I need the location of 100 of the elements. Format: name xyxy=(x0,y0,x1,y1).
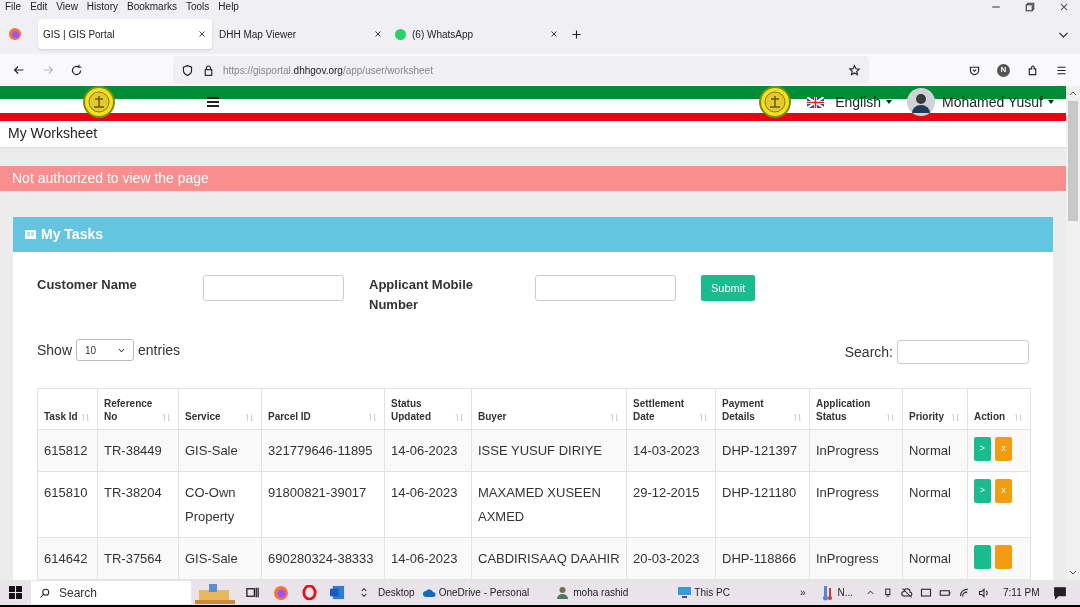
column-header[interactable]: Priority xyxy=(909,410,944,423)
back-icon[interactable] xyxy=(12,63,26,77)
table-cell: 614642 xyxy=(44,551,88,566)
table-cell: 14-06-2023 xyxy=(391,485,458,500)
table-cell: MAXAMED XUSEEN AXMED xyxy=(478,485,601,524)
table-cell: 91800821-39017 xyxy=(268,485,367,500)
restore-icon[interactable] xyxy=(1024,1,1036,13)
column-header[interactable]: Buyer xyxy=(478,410,507,423)
bookmark-star-icon[interactable] xyxy=(848,63,861,77)
chevron-updown-icon[interactable] xyxy=(358,585,370,600)
profile-avatar[interactable]: N xyxy=(997,63,1010,77)
close-icon[interactable] xyxy=(197,29,207,39)
shield-icon xyxy=(181,63,194,77)
column-header[interactable]: Service xyxy=(185,410,221,423)
table-cell: 29-12-2015 xyxy=(633,485,700,500)
caret-icon xyxy=(1048,100,1054,104)
caret-icon xyxy=(886,100,893,104)
menu-item[interactable]: Edit xyxy=(30,2,48,12)
cloud-icon xyxy=(422,588,436,597)
browser-tab[interactable]: (6) WhatsApp xyxy=(390,19,564,49)
menu-item[interactable]: History xyxy=(86,2,118,12)
close-icon[interactable] xyxy=(373,29,383,39)
search-label: Search: xyxy=(844,342,893,362)
person-icon xyxy=(557,586,569,599)
entries-select[interactable]: 10 xyxy=(76,339,135,361)
windows-start-icon[interactable] xyxy=(9,586,22,599)
table-cell: Normal xyxy=(909,443,951,458)
url-text: https://gisportal.dhhgov.org/app/user/worksheet xyxy=(223,63,434,78)
speaker-icon[interactable] xyxy=(978,586,990,599)
table-cell: Normal xyxy=(909,551,951,566)
taskbar-item[interactable]: OneDrive - Personal xyxy=(438,585,530,600)
emblem-icon xyxy=(759,86,792,118)
user-menu[interactable]: Mohamed Yusuf xyxy=(942,94,1054,110)
firefox-taskbar-icon[interactable] xyxy=(273,584,289,601)
browser-tab[interactable]: DHH Map Viewer xyxy=(214,19,388,49)
table-cell: 321779646-11895 xyxy=(268,443,373,458)
opera-icon[interactable] xyxy=(302,585,317,600)
table-cell: InProgress xyxy=(816,443,879,458)
filter-label: Applicant Mobile Number xyxy=(369,276,474,314)
tab-title: (6) WhatsApp xyxy=(412,27,475,42)
column-header[interactable]: Parcel ID xyxy=(268,410,311,423)
alert-banner: Not authorized to view the page xyxy=(0,165,1066,191)
taskbar-item[interactable]: N... xyxy=(837,585,853,600)
menu-item[interactable]: Tools xyxy=(186,2,210,12)
tab-title: DHH Map Viewer xyxy=(219,27,298,42)
search-input[interactable] xyxy=(897,340,1029,364)
language-dropdown[interactable]: English xyxy=(835,94,893,110)
table-cell: TR-38449 xyxy=(104,443,162,458)
menu-item[interactable]: View xyxy=(56,2,78,12)
display-icon[interactable] xyxy=(920,586,932,599)
column-header[interactable]: Task Id xyxy=(44,410,78,423)
filter-input[interactable] xyxy=(535,275,676,301)
clock-time[interactable]: 7:11 PM xyxy=(1003,585,1040,600)
menu-item[interactable]: File xyxy=(5,2,22,12)
user-avatar xyxy=(907,88,936,116)
table-cell: TR-38204 xyxy=(104,485,162,500)
uk-flag-icon xyxy=(807,96,825,108)
table-cell: 690280324-38333 xyxy=(268,551,374,566)
table-cell: Normal xyxy=(909,485,951,500)
table-cell: TR-37564 xyxy=(104,551,162,566)
page-title: My Worksheet xyxy=(8,124,98,144)
table-cell: 615810 xyxy=(44,485,88,500)
taskbar-item[interactable]: » xyxy=(799,585,806,600)
wifi-icon[interactable] xyxy=(959,586,971,599)
emblem-icon xyxy=(83,86,115,118)
cloud-offline-icon[interactable] xyxy=(901,586,913,599)
table-cell: InProgress xyxy=(816,485,879,500)
menu-icon[interactable] xyxy=(205,94,221,110)
address-bar[interactable]: https://gisportal.dhhgov.org/app/user/worksheet xyxy=(173,56,869,84)
browser-tab[interactable]: GIS | GIS Portal xyxy=(38,19,212,49)
taskbar-search-field[interactable]: Search xyxy=(31,581,191,604)
taskbar-item[interactable]: This PC xyxy=(694,585,730,600)
task-view-icon[interactable] xyxy=(245,585,260,600)
firefox-logo-icon xyxy=(8,27,22,41)
taskbar-item[interactable]: moha rashid xyxy=(573,585,629,600)
close-icon[interactable] xyxy=(549,29,559,39)
table-cell: DHP-118866 xyxy=(722,551,797,566)
scrollbar-thumb[interactable] xyxy=(1068,101,1078,221)
entries-label: entries xyxy=(138,340,181,360)
scrollbar[interactable] xyxy=(1066,86,1080,580)
reload-icon[interactable] xyxy=(70,63,83,77)
show-label: Show xyxy=(37,340,73,360)
column-header[interactable]: Action xyxy=(974,410,1006,423)
new-tab-icon[interactable] xyxy=(570,27,583,41)
notification-icon[interactable] xyxy=(1053,585,1067,600)
word-icon[interactable] xyxy=(330,585,345,600)
table-cell: 20-03-2023 xyxy=(633,551,700,566)
taskbar-item[interactable]: Desktop xyxy=(378,585,415,600)
table-cell: CO-Own Property xyxy=(185,485,236,524)
menu-item[interactable]: Bookmarks xyxy=(127,2,177,12)
table-cell: 14-03-2023 xyxy=(633,443,700,458)
table-cell: 14-06-2023 xyxy=(391,551,458,566)
search-icon xyxy=(39,586,51,599)
filter-input[interactable] xyxy=(203,275,344,301)
computer-icon xyxy=(678,587,692,598)
extensions-icon[interactable] xyxy=(1026,63,1039,77)
table-cell: 14-06-2023 xyxy=(391,443,458,458)
menu-item[interactable]: Help xyxy=(218,2,239,12)
list-icon xyxy=(25,230,36,239)
close-icon[interactable] xyxy=(1058,1,1070,13)
